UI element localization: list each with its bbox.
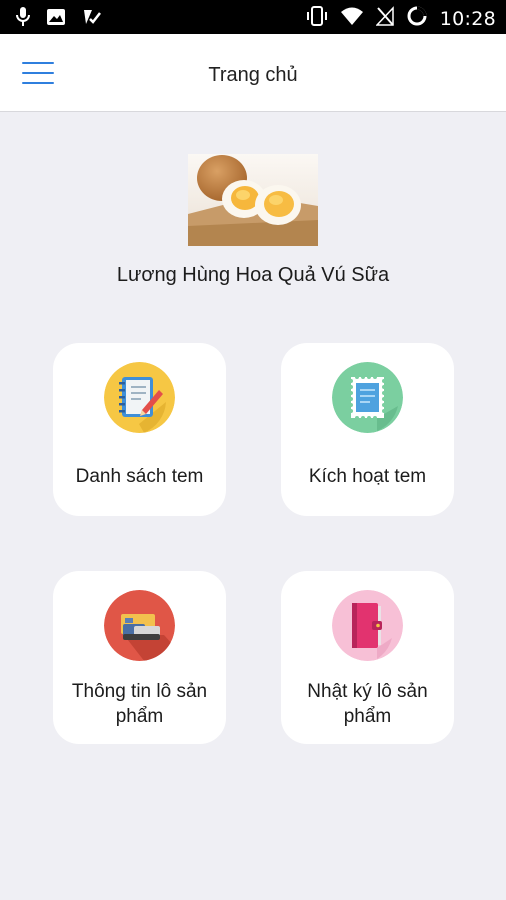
wifi-icon: [340, 6, 364, 31]
microphone-icon: [16, 6, 30, 33]
tile-thong-tin-lo-san-pham[interactable]: Thông tin lô sản phẩm: [53, 571, 226, 744]
status-left-icons: [16, 6, 102, 33]
tile-label: Nhật ký lô sản phẩm: [307, 681, 428, 727]
shop-image: [188, 154, 318, 246]
battery-icon: [406, 5, 428, 32]
tile-kich-hoat-tem[interactable]: Kích hoạt tem: [281, 343, 454, 516]
vibrate-icon: [306, 6, 328, 31]
tile-label: Danh sách tem: [75, 466, 204, 487]
image-icon: [46, 8, 66, 31]
tile-danh-sach-tem[interactable]: Danh sách tem: [53, 343, 226, 516]
clock-time: 10:28: [439, 7, 496, 30]
app-bar: Trang chủ: [0, 34, 506, 112]
checkmark-icon: [82, 8, 102, 31]
tile-nhat-ky-lo-san-pham[interactable]: Nhật ký lô sản phẩm: [281, 571, 454, 744]
wallet-card-icon: [104, 590, 175, 661]
notebook-icon: [104, 362, 175, 433]
page-title: Trang chủ: [208, 64, 298, 86]
stamp-icon: [332, 362, 403, 433]
status-right-icons: 10:28: [306, 5, 496, 32]
tile-label: Kích hoạt tem: [308, 466, 427, 487]
tile-label: Thông tin lô sản phẩm: [71, 681, 208, 727]
no-signal-icon: [374, 6, 394, 31]
diary-icon: [332, 590, 403, 661]
shop-name: Lương Hùng Hoa Quả Vú Sữa: [116, 264, 390, 286]
status-bar: 10:28: [0, 0, 506, 34]
